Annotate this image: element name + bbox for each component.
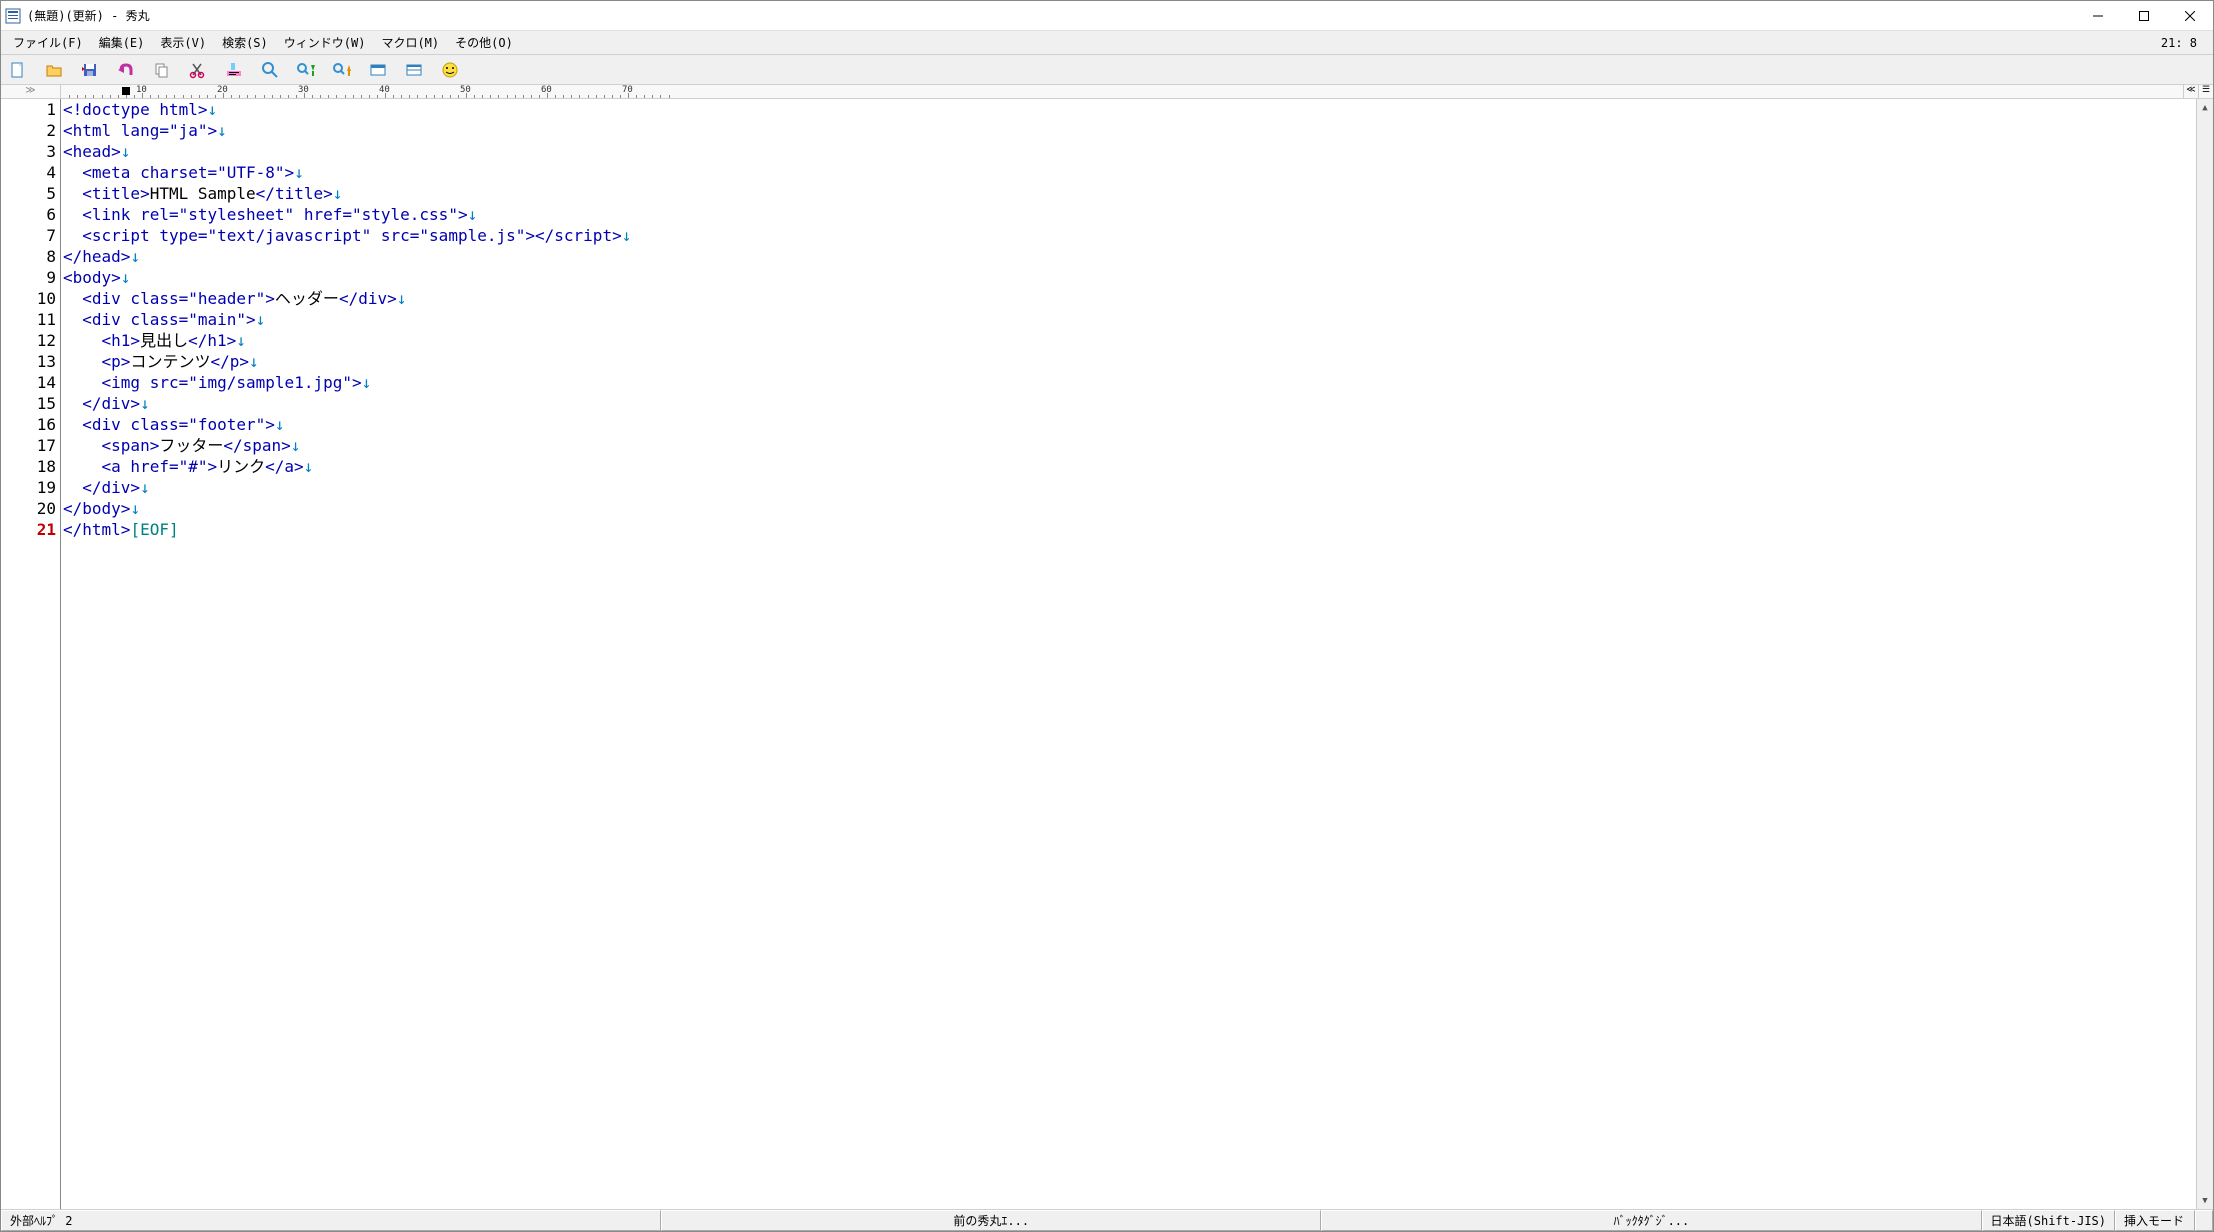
line-number: 6 (1, 204, 56, 225)
status-insert-mode[interactable]: 挿入モード (2115, 1210, 2195, 1231)
ruler-mark: 20 (217, 85, 228, 95)
titlebar: (無題)(更新) - 秀丸 (1, 1, 2213, 31)
code-line[interactable]: <img src="img/sample1.jpg">↓ (63, 372, 2196, 393)
code-line[interactable]: </body>↓ (63, 498, 2196, 519)
menu-search[interactable]: 検索(S) (214, 31, 276, 54)
undo-arrow-icon[interactable] (115, 59, 137, 81)
search-icon[interactable] (259, 59, 281, 81)
ruler-mark: 60 (541, 85, 552, 95)
editor: 123456789101112131415161718192021 <!doct… (1, 99, 2213, 1209)
open-folder-icon[interactable] (43, 59, 65, 81)
ruler-menu-icon[interactable]: ☰ (2198, 85, 2213, 98)
status-help[interactable]: 外部ﾍﾙﾌﾟ 2 (1, 1210, 661, 1231)
ruler-mark: 50 (460, 85, 471, 95)
line-number: 1 (1, 99, 56, 120)
code-line[interactable]: <div class="header">ヘッダー</div>↓ (63, 288, 2196, 309)
status-encoding[interactable]: 日本語(Shift-JIS) (1982, 1210, 2115, 1231)
line-number: 12 (1, 330, 56, 351)
code-line[interactable]: </div>↓ (63, 393, 2196, 414)
menu-other[interactable]: その他(O) (447, 31, 521, 54)
status-prev-window[interactable]: 前の秀丸ｴ... (661, 1210, 1321, 1231)
minimize-button[interactable] (2075, 1, 2121, 31)
line-number: 5 (1, 183, 56, 204)
line-number: 10 (1, 288, 56, 309)
menu-file[interactable]: ファイル(F) (5, 31, 91, 54)
code-line[interactable]: <meta charset="UTF-8">↓ (63, 162, 2196, 183)
line-number: 11 (1, 309, 56, 330)
split-window-icon[interactable] (403, 59, 425, 81)
cut-icon[interactable] (187, 59, 209, 81)
code-line[interactable]: <head>↓ (63, 141, 2196, 162)
menu-view[interactable]: 表示(V) (152, 31, 214, 54)
ruler-mark: 30 (298, 85, 309, 95)
line-number: 14 (1, 372, 56, 393)
line-number: 7 (1, 225, 56, 246)
code-area[interactable]: <!doctype html>↓<html lang="ja">↓<head>↓… (61, 99, 2196, 1209)
code-line[interactable]: <script type="text/javascript" src="samp… (63, 225, 2196, 246)
line-number: 4 (1, 162, 56, 183)
ruler-mark: 10 (136, 85, 147, 95)
code-line[interactable]: <a href="#">リンク</a>↓ (63, 456, 2196, 477)
copy-icon[interactable] (151, 59, 173, 81)
vertical-scrollbar[interactable]: ▲ ▼ (2196, 99, 2213, 1209)
line-number: 19 (1, 477, 56, 498)
menu-window[interactable]: ウィンドウ(W) (276, 31, 374, 54)
menubar: ファイル(F) 編集(E) 表示(V) 検索(S) ウィンドウ(W) マクロ(M… (1, 31, 2213, 55)
window-title: (無題)(更新) - 秀丸 (27, 7, 2075, 24)
scroll-down-icon[interactable]: ▼ (2197, 1192, 2213, 1209)
highlight-icon[interactable] (223, 59, 245, 81)
ruler-cursor-marker (122, 87, 130, 95)
line-number: 2 (1, 120, 56, 141)
line-number: 13 (1, 351, 56, 372)
code-line[interactable]: </html>[EOF] (63, 519, 2196, 540)
ruler-collapse-icon[interactable]: ≪ (2183, 85, 2198, 98)
menu-macro[interactable]: マクロ(M) (373, 31, 447, 54)
code-line[interactable]: <!doctype html>↓ (63, 99, 2196, 120)
ruler: ≫ 10 20 30 40 50 60 70 ≪ ☰ (1, 85, 2213, 99)
line-number: 16 (1, 414, 56, 435)
code-line[interactable]: <span>フッター</span>↓ (63, 435, 2196, 456)
help-icon[interactable] (439, 59, 461, 81)
code-line[interactable]: <h1>見出し</h1>↓ (63, 330, 2196, 351)
line-number-gutter: 123456789101112131415161718192021 (1, 99, 61, 1209)
line-number: 20 (1, 498, 56, 519)
app-icon (5, 8, 21, 24)
code-line[interactable]: <body>↓ (63, 267, 2196, 288)
line-number: 3 (1, 141, 56, 162)
code-line[interactable]: <link rel="stylesheet" href="style.css">… (63, 204, 2196, 225)
line-number: 21 (1, 519, 56, 540)
line-number: 15 (1, 393, 56, 414)
new-file-icon[interactable] (7, 59, 29, 81)
menu-edit[interactable]: 編集(E) (91, 31, 153, 54)
status-resize-grip[interactable] (2195, 1210, 2213, 1231)
maximize-button[interactable] (2121, 1, 2167, 31)
close-button[interactable] (2167, 1, 2213, 31)
scroll-up-icon[interactable]: ▲ (2197, 99, 2213, 116)
window-icon[interactable] (367, 59, 389, 81)
toolbar (1, 55, 2213, 85)
code-line[interactable]: <div class="main">↓ (63, 309, 2196, 330)
ruler-mark: 70 (622, 85, 633, 95)
search-up-icon[interactable] (331, 59, 353, 81)
line-number: 9 (1, 267, 56, 288)
statusbar: 外部ﾍﾙﾌﾟ 2 前の秀丸ｴ... ﾊﾞｯｸﾀｸﾞｼﾞ... 日本語(Shift… (1, 1209, 2213, 1231)
code-line[interactable]: <title>HTML Sample</title>↓ (63, 183, 2196, 204)
code-line[interactable]: </head>↓ (63, 246, 2196, 267)
line-number: 8 (1, 246, 56, 267)
code-line[interactable]: <div class="footer">↓ (63, 414, 2196, 435)
status-backtag[interactable]: ﾊﾞｯｸﾀｸﾞｼﾞ... (1321, 1210, 1981, 1231)
ruler-expand[interactable]: ≫ (1, 85, 61, 98)
code-line[interactable]: <html lang="ja">↓ (63, 120, 2196, 141)
search-down-icon[interactable] (295, 59, 317, 81)
ruler-mark: 40 (379, 85, 390, 95)
save-icon[interactable] (79, 59, 101, 81)
code-line[interactable]: </div>↓ (63, 477, 2196, 498)
line-number: 18 (1, 456, 56, 477)
cursor-position: 21: 8 (2161, 36, 2209, 50)
line-number: 17 (1, 435, 56, 456)
code-line[interactable]: <p>コンテンツ</p>↓ (63, 351, 2196, 372)
